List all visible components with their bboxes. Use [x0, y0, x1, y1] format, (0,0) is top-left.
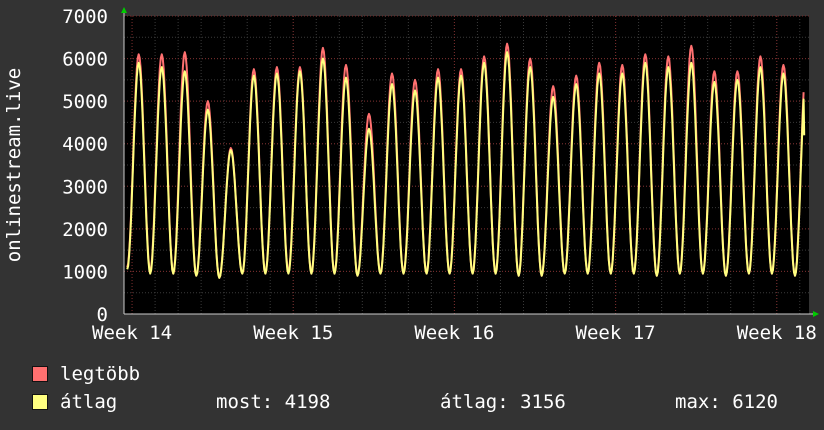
- legend-label-max: legtöbb: [60, 363, 141, 385]
- x-tick-label: Week 17: [576, 322, 656, 344]
- y-tick-label: 7000: [62, 6, 108, 28]
- x-tick-label: Week 14: [92, 322, 172, 344]
- legend-swatch-max: [32, 366, 48, 382]
- x-tick-label: Week 18: [737, 322, 817, 344]
- y-tick-labels: 01000200030004000500060007000: [62, 6, 108, 326]
- y-tick-label: 6000: [62, 49, 108, 71]
- y-tick-label: 3000: [62, 176, 108, 198]
- legend-label-avg: átlag: [60, 391, 118, 413]
- y-tick-label: 5000: [62, 91, 108, 113]
- x-axis-arrow: [813, 311, 819, 317]
- y-tick-label: 1000: [62, 261, 108, 283]
- legend-item-max: legtöbb: [32, 363, 140, 385]
- y-axis-label: onlinestream.live: [3, 68, 25, 262]
- y-tick-label: 4000: [62, 134, 108, 156]
- x-tick-labels: Week 14 Week 15 Week 16 Week 17 Week 18: [92, 322, 817, 344]
- x-tick-label: Week 15: [253, 322, 333, 344]
- stat-now: most: 4198: [216, 391, 331, 413]
- legend-swatch-avg: [32, 394, 48, 410]
- y-axis-arrow: [121, 7, 127, 13]
- stat-average: átlag: 3156: [440, 391, 566, 413]
- x-tick-label: Week 16: [414, 322, 494, 344]
- y-tick-label: 2000: [62, 219, 108, 241]
- legend-item-avg: átlag: [32, 391, 117, 413]
- stat-max: max: 6120: [675, 391, 778, 413]
